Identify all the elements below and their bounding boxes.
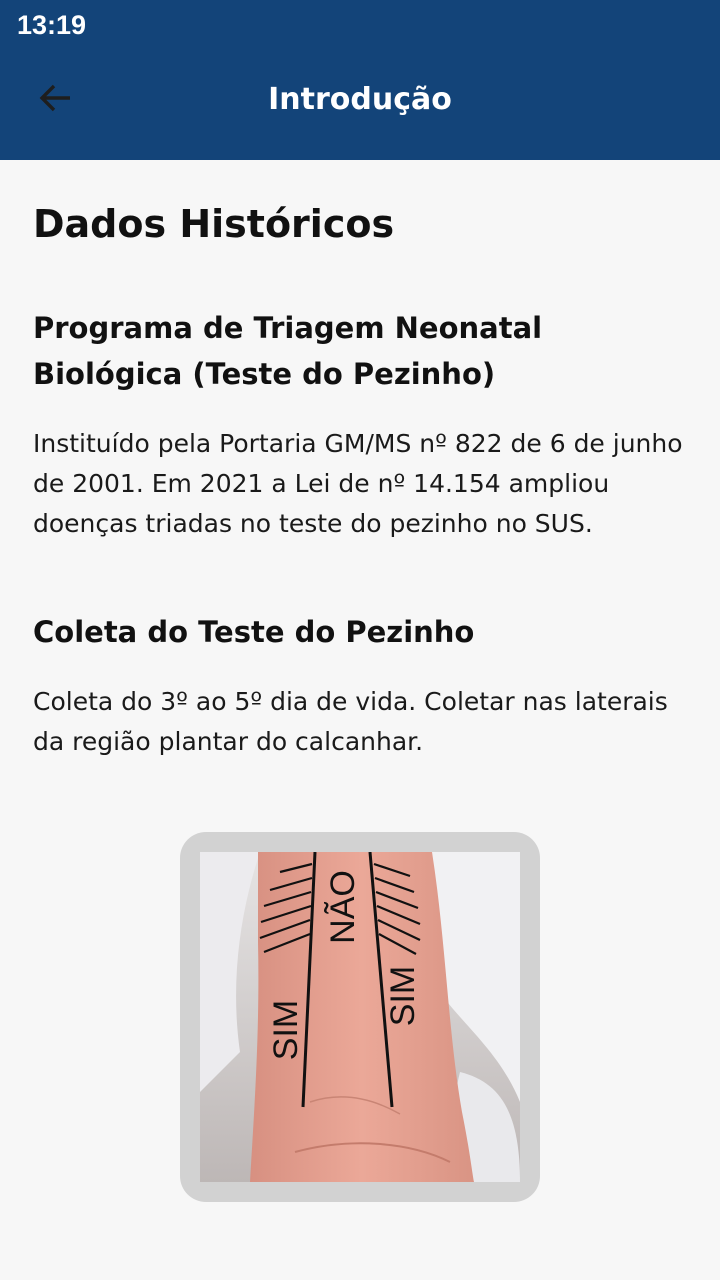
arrow-left-icon bbox=[39, 84, 70, 112]
section-text-coleta: Coleta do 3º ao 5º dia de vida. Coletar … bbox=[33, 687, 668, 756]
heel-collection-illustration: SIM NÃO SIM bbox=[200, 852, 520, 1182]
label-nao-center: NÃO bbox=[324, 870, 362, 944]
section-heading-coleta: Coleta do Teste do Pezinho bbox=[33, 615, 475, 649]
app-bar: Introdução bbox=[0, 50, 720, 160]
status-time: 13:19 bbox=[17, 9, 87, 40]
page-title: Dados Históricos bbox=[33, 202, 395, 246]
page-header-title: Introdução bbox=[268, 81, 452, 117]
label-sim-left: SIM bbox=[267, 1000, 305, 1060]
figure-container: SIM NÃO SIM bbox=[33, 832, 687, 1202]
back-button[interactable] bbox=[30, 72, 82, 124]
content: Dados Históricos Programa de Triagem Neo… bbox=[0, 200, 720, 1202]
section-text-triagem: Instituído pela Portaria GM/MS nº 822 de… bbox=[33, 429, 683, 538]
label-sim-right: SIM bbox=[384, 966, 422, 1026]
status-bar: 13:19 bbox=[0, 0, 720, 50]
section-heading-triagem: Programa de Triagem Neonatal Biológica (… bbox=[33, 311, 543, 391]
heel-collection-image-frame: SIM NÃO SIM bbox=[180, 832, 540, 1202]
